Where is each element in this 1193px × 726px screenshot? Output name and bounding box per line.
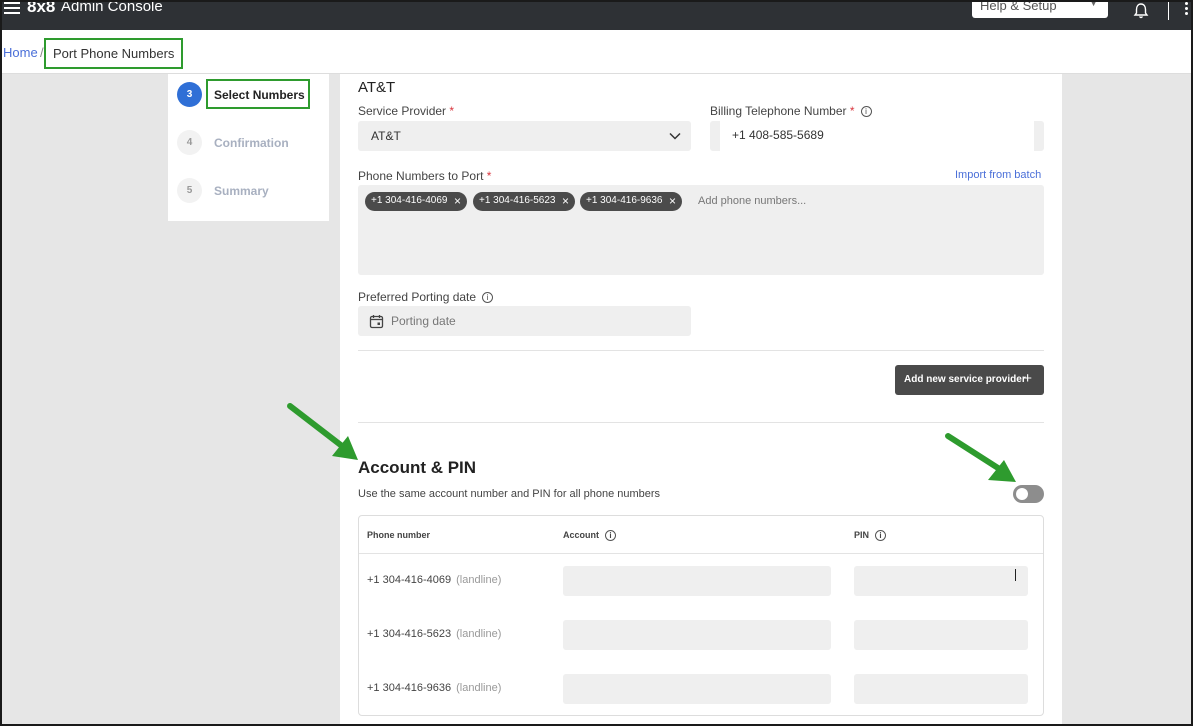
toggle-knob	[1016, 488, 1028, 500]
pin-input[interactable]	[854, 566, 1028, 596]
same-account-toggle[interactable]	[1013, 485, 1044, 503]
phone-chip: +1 304-416-4069 ×	[365, 192, 467, 211]
pin-input[interactable]	[854, 674, 1028, 704]
billing-number-input[interactable]: +1 408-585-5689	[710, 121, 1044, 151]
step-label: Select Numbers	[214, 88, 305, 102]
column-header-pin: PIN i	[854, 530, 887, 542]
close-icon[interactable]: ×	[669, 194, 676, 208]
step-number: 5	[177, 178, 202, 203]
row-phone-number: +1 304-416-4069 (landline)	[367, 574, 502, 586]
chevron-down-icon	[669, 132, 681, 140]
column-header-phone: Phone number	[367, 530, 431, 540]
phones-to-port-label: Phone Numbers to Port *	[358, 169, 492, 183]
breadcrumb: Home / Port Phone Numbers	[0, 30, 1193, 74]
phone-chip: +1 304-416-5623 ×	[473, 192, 575, 211]
add-service-provider-button[interactable]: Add new service provider +	[895, 365, 1044, 395]
billing-number-value: +1 408-585-5689	[732, 128, 824, 142]
account-pin-table: Phone number Account i PIN i +1 304-416-40…	[358, 515, 1044, 716]
step-label: Summary	[214, 184, 269, 198]
chevron-down-icon: ▼	[1089, 0, 1098, 8]
billing-number-label: Billing Telephone Number * i	[710, 104, 872, 118]
info-icon[interactable]: i	[875, 530, 887, 542]
close-icon[interactable]: ×	[562, 194, 569, 208]
account-input[interactable]	[563, 566, 831, 596]
phone-numbers-placeholder[interactable]: Add phone numbers...	[698, 195, 806, 207]
info-icon[interactable]: i	[605, 530, 616, 542]
help-setup-label: Help & Setup	[980, 0, 1057, 13]
help-setup-dropdown[interactable]: Help & Setup ▼	[972, 0, 1108, 18]
import-from-batch-link[interactable]: Import from batch	[955, 169, 1041, 181]
pin-input[interactable]	[854, 620, 1028, 650]
info-icon[interactable]: i	[482, 292, 494, 304]
porting-date-input[interactable]: Porting date	[358, 306, 691, 336]
service-provider-label: Service Provider *	[358, 104, 455, 118]
row-phone-number: +1 304-416-5623 (landline)	[367, 628, 502, 640]
breadcrumb-home-link[interactable]: Home	[3, 45, 38, 60]
calendar-icon	[369, 315, 384, 329]
bell-icon[interactable]	[1132, 2, 1150, 20]
service-provider-select[interactable]: AT&T	[358, 121, 691, 151]
brand-logo: 8x8	[27, 0, 56, 16]
plus-icon: +	[1023, 370, 1032, 387]
close-icon[interactable]: ×	[454, 194, 461, 208]
porting-date-placeholder: Porting date	[391, 314, 456, 328]
info-icon[interactable]: i	[860, 106, 872, 118]
step-label: Confirmation	[214, 136, 289, 150]
text-cursor	[1015, 569, 1016, 581]
breadcrumb-current-label: Port Phone Numbers	[53, 46, 175, 61]
wizard-stepper: 3 Select Numbers 4 Confirmation 5 Summar…	[168, 74, 329, 221]
account-input[interactable]	[563, 674, 831, 704]
step-number: 4	[177, 130, 202, 155]
more-options-icon[interactable]	[1185, 2, 1189, 18]
column-header-account: Account i	[563, 530, 616, 542]
header-divider	[359, 553, 1043, 554]
porting-date-label: Preferred Porting date i	[358, 290, 494, 304]
service-provider-value: AT&T	[371, 129, 401, 143]
hamburger-menu-icon[interactable]	[4, 2, 20, 16]
port-form-card: AT&T Service Provider * AT&T Billing Tel…	[340, 74, 1062, 726]
account-input[interactable]	[563, 620, 831, 650]
step-number: 3	[177, 82, 202, 107]
top-bar: 8x8 Admin Console Help & Setup ▼	[0, 0, 1193, 30]
add-service-provider-label: Add new service provider	[904, 374, 1026, 385]
topbar-divider	[1168, 0, 1169, 20]
divider	[358, 422, 1044, 423]
provider-title: AT&T	[358, 79, 396, 96]
phone-numbers-input[interactable]: +1 304-416-4069 × +1 304-416-5623 × +1 304…	[358, 185, 1044, 275]
row-phone-number: +1 304-416-9636 (landline)	[367, 682, 502, 694]
app-title: Admin Console	[61, 0, 163, 15]
account-pin-title: Account & PIN	[358, 458, 477, 477]
breadcrumb-current-page: Port Phone Numbers	[44, 38, 184, 69]
divider	[358, 350, 1044, 351]
same-account-text: Use the same account number and PIN for …	[358, 488, 661, 500]
phone-chip: +1 304-416-9636 ×	[580, 192, 682, 211]
